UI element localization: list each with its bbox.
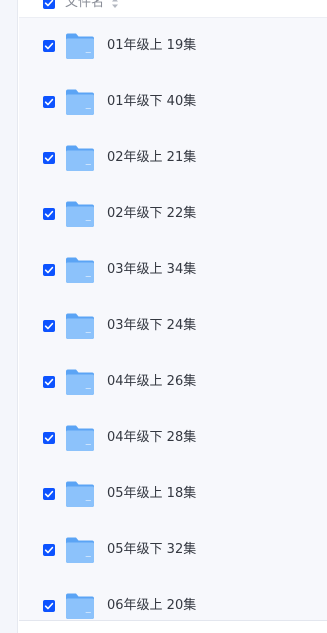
column-header-filename[interactable]: 文件名 <box>65 0 104 11</box>
row-checkbox[interactable] <box>43 376 55 388</box>
file-name[interactable]: 03年级下 24集 <box>107 317 196 335</box>
row-checkbox[interactable] <box>43 432 55 444</box>
folder-icon <box>66 33 94 59</box>
file-name[interactable]: 05年级上 18集 <box>107 485 196 503</box>
file-row[interactable]: 02年级下 22集 <box>19 186 327 242</box>
folder-icon <box>66 257 94 283</box>
row-checkbox[interactable] <box>43 152 55 164</box>
file-row[interactable]: 01年级下 40集 <box>19 74 327 130</box>
file-row[interactable]: 06年级上 20集 <box>19 578 327 620</box>
row-checkbox[interactable] <box>43 96 55 108</box>
file-row[interactable]: 03年级下 24集 <box>19 298 327 354</box>
file-name[interactable]: 02年级下 22集 <box>107 205 196 223</box>
folder-icon <box>66 425 94 451</box>
select-all-checkbox[interactable] <box>43 0 55 9</box>
file-name[interactable]: 01年级下 40集 <box>107 93 196 111</box>
file-name[interactable]: 01年级上 19集 <box>107 37 196 55</box>
file-row[interactable]: 02年级上 21集 <box>19 130 327 186</box>
folder-icon <box>66 537 94 563</box>
file-name[interactable]: 04年级上 26集 <box>107 373 196 391</box>
file-name[interactable]: 04年级下 28集 <box>107 429 196 447</box>
row-checkbox[interactable] <box>43 320 55 332</box>
file-row[interactable]: 05年级下 32集 <box>19 522 327 578</box>
row-checkbox[interactable] <box>43 40 55 52</box>
folder-icon <box>66 145 94 171</box>
sort-icon[interactable] <box>111 0 119 10</box>
file-name[interactable]: 03年级上 34集 <box>107 261 196 279</box>
file-row[interactable]: 04年级上 26集 <box>19 354 327 410</box>
left-sidebar-edge <box>0 0 18 633</box>
folder-icon <box>66 313 94 339</box>
folder-icon <box>66 201 94 227</box>
row-checkbox[interactable] <box>43 264 55 276</box>
folder-icon <box>66 89 94 115</box>
list-footer <box>19 620 327 633</box>
file-list-header: 文件名 <box>19 0 327 18</box>
file-name[interactable]: 05年级下 32集 <box>107 541 196 559</box>
file-list-panel: 文件名 01年级上 19集 01年级下 40集 02年级上 21集 02年级下 … <box>19 0 327 620</box>
row-checkbox[interactable] <box>43 488 55 500</box>
file-row[interactable]: 04年级下 28集 <box>19 410 327 466</box>
file-name[interactable]: 02年级上 21集 <box>107 149 196 167</box>
row-checkbox[interactable] <box>43 544 55 556</box>
file-row[interactable]: 01年级上 19集 <box>19 18 327 74</box>
file-row[interactable]: 05年级上 18集 <box>19 466 327 522</box>
folder-icon <box>66 369 94 395</box>
file-name[interactable]: 06年级上 20集 <box>107 597 196 615</box>
row-checkbox[interactable] <box>43 600 55 612</box>
folder-icon <box>66 481 94 507</box>
file-row[interactable]: 03年级上 34集 <box>19 242 327 298</box>
row-checkbox[interactable] <box>43 208 55 220</box>
folder-icon <box>66 593 94 619</box>
